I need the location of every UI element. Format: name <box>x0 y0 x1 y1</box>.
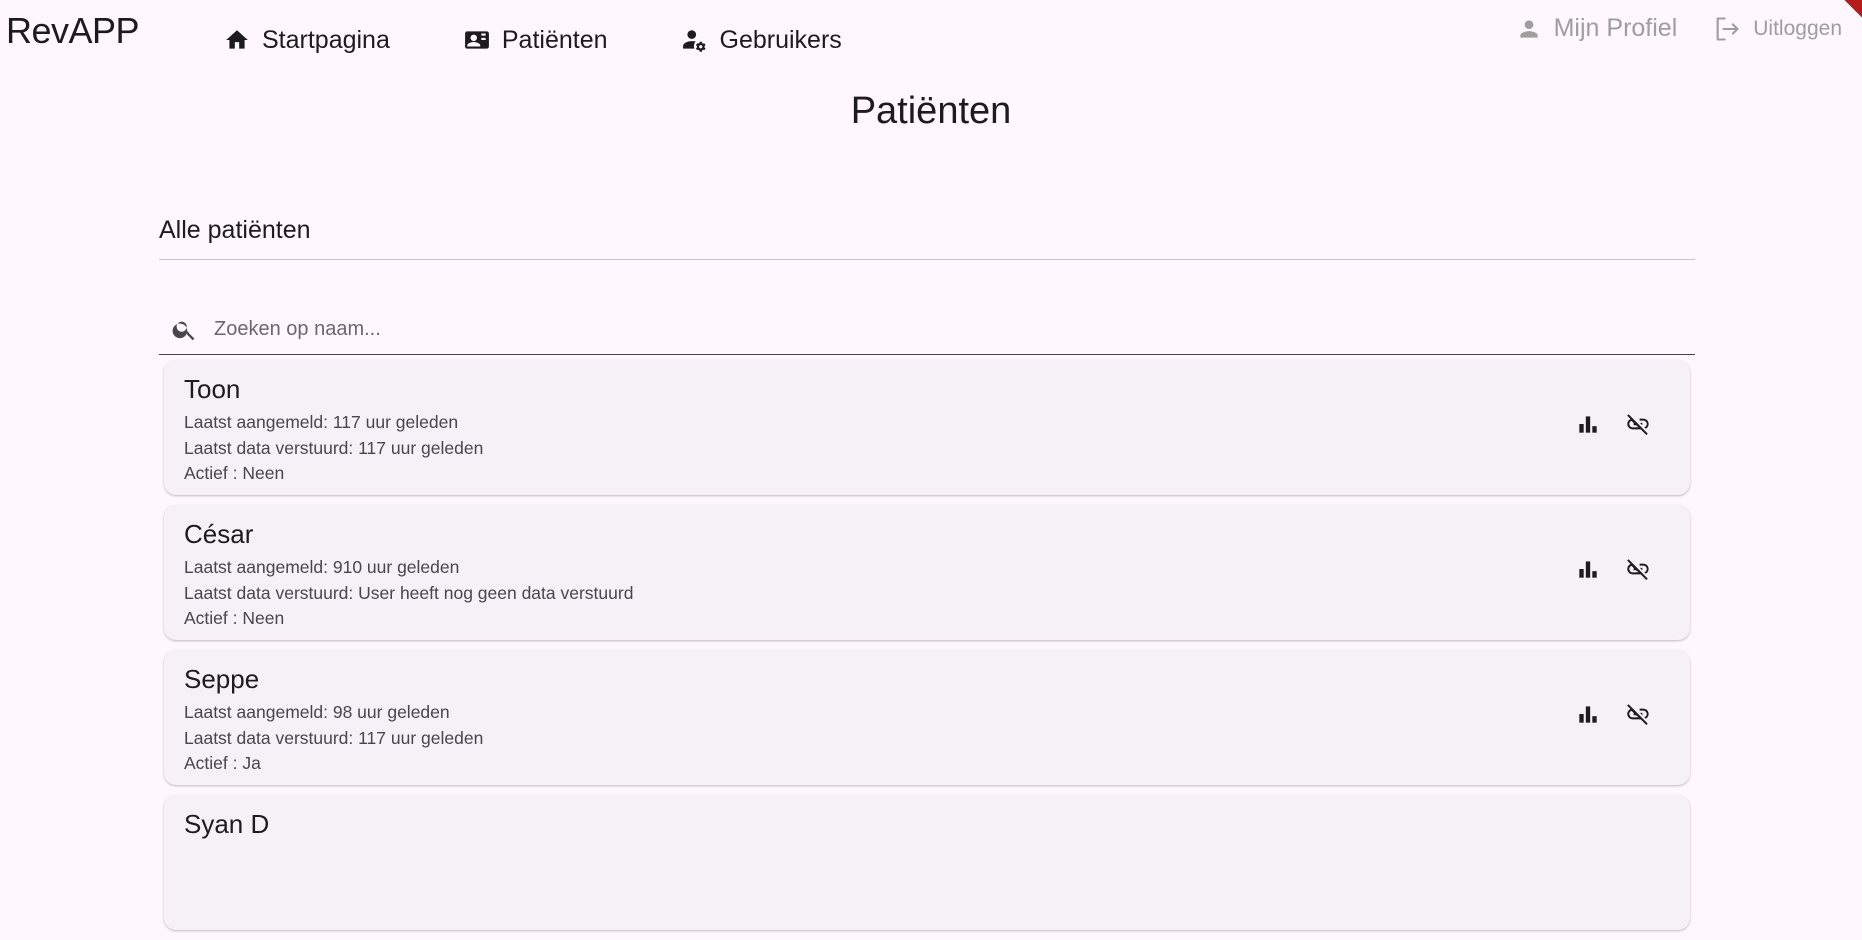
patient-actions <box>1552 555 1652 583</box>
bar-chart-icon <box>1579 561 1597 578</box>
user-gear-icon <box>682 30 706 52</box>
header-actions: Mijn Profiel Uitloggen <box>1516 14 1842 43</box>
link-off-icon <box>1627 704 1649 726</box>
nav-item-startpagina[interactable]: Startpagina <box>224 20 390 60</box>
patient-actions <box>1552 700 1652 728</box>
logout-icon <box>1716 16 1739 41</box>
home-icon <box>226 30 248 49</box>
my-profile-label: Mijn Profiel <box>1553 14 1678 42</box>
nav-item-label: Gebruikers <box>719 25 842 54</box>
main-nav: Startpagina Patiënten Gebruikers <box>224 20 916 60</box>
my-profile-button[interactable]: Mijn Profiel <box>1516 14 1678 43</box>
patient-active: Actief : Neen <box>184 608 285 628</box>
patient-name: Seppe <box>184 664 260 694</box>
nav-item-label: Startpagina <box>262 25 390 54</box>
logout-label: Uitloggen <box>1753 16 1842 40</box>
search-bar <box>159 304 1695 355</box>
patient-name: Toon <box>184 374 241 404</box>
patient-card-cesar[interactable]: César Laatst aangemeld: 910 uur geleden … <box>164 505 1690 640</box>
link-off-icon <box>1627 559 1649 581</box>
patient-card-toon[interactable]: Toon Laatst aangemeld: 117 uur geleden L… <box>164 360 1690 495</box>
patient-last-data: Laatst data verstuurd: 117 uur geleden <box>184 728 484 748</box>
contact-card-icon <box>464 31 489 49</box>
search-icon <box>172 321 195 340</box>
patient-active: Actief : Neen <box>184 463 285 483</box>
patient-last-data: Laatst data verstuurd: User heeft nog ge… <box>184 583 634 603</box>
section-divider <box>159 259 1695 260</box>
patient-name: César <box>184 519 254 549</box>
bar-chart-icon <box>1579 706 1597 723</box>
page-title: Patiënten <box>850 90 1012 132</box>
patient-name: Syan D <box>184 809 270 839</box>
unlink-button[interactable] <box>1624 410 1652 438</box>
patient-card-syan-d[interactable]: Syan D <box>164 795 1690 930</box>
bar-chart-icon <box>1579 416 1597 433</box>
app-brand: RevAPP <box>6 10 140 51</box>
view-stats-button[interactable] <box>1574 700 1602 728</box>
nav-item-label: Patiënten <box>501 25 608 54</box>
search-input[interactable] <box>212 316 1616 342</box>
patient-card-seppe[interactable]: Seppe Laatst aangemeld: 98 uur geleden L… <box>164 650 1690 785</box>
patient-last-login: Laatst aangemeld: 98 uur geleden <box>184 702 450 722</box>
logout-button[interactable]: Uitloggen <box>1713 15 1842 43</box>
patient-last-data: Laatst data verstuurd: 117 uur geleden <box>184 438 484 458</box>
patient-list: Toon Laatst aangemeld: 117 uur geleden L… <box>164 360 1690 940</box>
patient-last-login: Laatst aangemeld: 910 uur geleden <box>184 557 460 577</box>
section-title: Alle patiënten <box>159 216 311 244</box>
unlink-button[interactable] <box>1624 555 1652 583</box>
patient-last-login: Laatst aangemeld: 117 uur geleden <box>184 412 459 432</box>
unlink-button[interactable] <box>1624 700 1652 728</box>
view-stats-button[interactable] <box>1574 555 1602 583</box>
nav-item-gebruikers[interactable]: Gebruikers <box>682 20 842 60</box>
person-icon <box>1519 19 1538 38</box>
patient-actions <box>1552 410 1652 438</box>
patient-active: Actief : Ja <box>184 753 261 773</box>
link-off-icon <box>1627 414 1649 436</box>
view-stats-button[interactable] <box>1574 410 1602 438</box>
nav-item-patienten[interactable]: Patiënten <box>464 20 608 60</box>
